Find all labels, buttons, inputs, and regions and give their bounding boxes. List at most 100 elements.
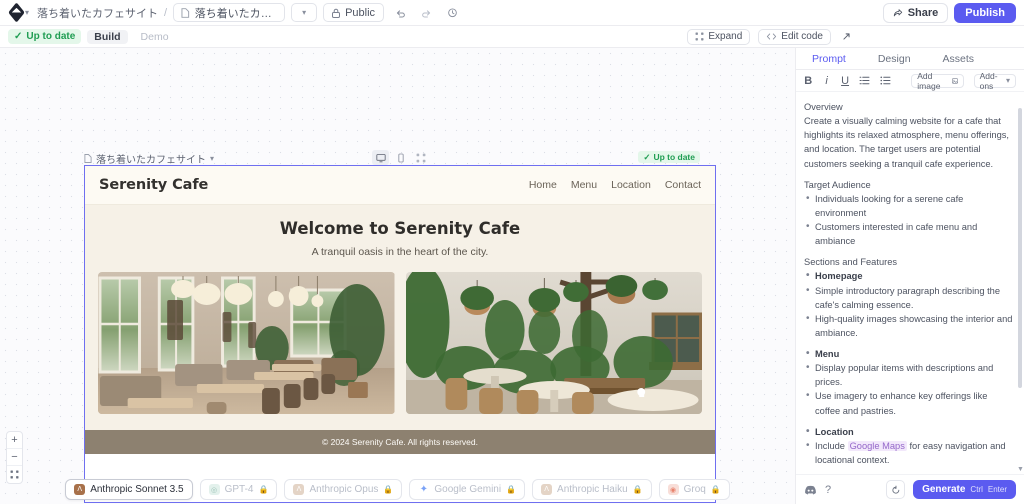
model-chip-gpt-4[interactable]: ◎ GPT-4 🔒 — [199, 479, 278, 500]
overview-heading: Overview — [804, 102, 843, 112]
generate-label: Generate — [922, 484, 966, 495]
status-badge-label: Up to date — [26, 31, 76, 42]
grid-icon — [416, 153, 425, 162]
generate-button[interactable]: Generate Ctrl Enter — [913, 480, 1016, 499]
sections-list: Homepage Simple introductory paragraph d… — [804, 268, 1014, 340]
lock-icon: 🔒 — [506, 485, 517, 494]
target-audience-block: Target Audience Individuals looking for … — [804, 178, 1014, 249]
chevron-down-icon: ▾ — [1005, 76, 1010, 85]
google-maps-mention[interactable]: Google Maps — [847, 440, 907, 451]
tab-build-label: Build — [94, 30, 121, 43]
frame-header[interactable]: 落ち着いたカフェサイト ▾ — [84, 151, 214, 166]
scroll-up-arrow-icon[interactable]: ▲ — [1017, 92, 1024, 97]
model-chip-google-gemini[interactable]: ✦ Google Gemini 🔒 — [409, 479, 526, 500]
viewport-desktop-button[interactable] — [372, 150, 389, 165]
site-nav-link-home[interactable]: Home — [529, 179, 557, 191]
list-item-location: Include Google Maps for easy navigation … — [804, 438, 1014, 467]
breadcrumb-separator: / — [164, 6, 168, 19]
section-location-block: Location Include Google Maps for easy na… — [804, 424, 1014, 467]
site-nav-link-menu[interactable]: Menu — [571, 179, 597, 191]
model-chip-anthropic-haiku[interactable]: Λ Anthropic Haiku 🔒 — [532, 479, 652, 500]
tab-assets[interactable]: Assets — [927, 48, 991, 69]
document-chip-dropdown[interactable]: ▾ — [291, 3, 318, 22]
model-selector[interactable]: Λ Anthropic Sonnet 3.5 ◎ GPT-4 🔒 Λ Anthr… — [0, 479, 795, 500]
expand-button[interactable]: Expand — [687, 28, 751, 45]
zoom-in-button[interactable]: + — [7, 432, 22, 449]
add-image-button[interactable]: Add image — [911, 71, 964, 91]
model-chip-anthropic-sonnet-35[interactable]: Λ Anthropic Sonnet 3.5 — [65, 479, 193, 500]
list-item: High-quality images showcasing the inter… — [804, 311, 1014, 340]
generate-shortcut-enter: Enter — [987, 485, 1007, 494]
image-icon — [951, 77, 958, 84]
zoom-out-button[interactable]: − — [7, 449, 22, 466]
history-button[interactable] — [442, 3, 462, 22]
viewport-grid-button[interactable] — [412, 150, 429, 165]
ordered-list-button[interactable] — [859, 76, 870, 85]
location-list: Location Include Google Maps for easy na… — [804, 424, 1014, 467]
tab-prompt[interactable]: Prompt — [796, 48, 862, 69]
zoom-controls[interactable]: + − — [6, 431, 23, 484]
underline-button[interactable]: U — [841, 75, 849, 87]
italic-button[interactable]: i — [822, 75, 830, 87]
tab-build[interactable]: Build — [87, 29, 128, 44]
share-button[interactable]: Share — [882, 2, 949, 23]
document-chip[interactable]: 落ち着いたカフ... — [173, 3, 286, 22]
tab-demo[interactable]: Demo — [134, 30, 176, 44]
viewport-switcher[interactable] — [372, 150, 429, 165]
model-chip-anthropic-opus[interactable]: Λ Anthropic Opus 🔒 — [284, 479, 403, 500]
scroll-down-arrow-icon[interactable]: ▼ — [1017, 465, 1024, 474]
visibility-button[interactable]: Public — [323, 3, 385, 22]
publish-button[interactable]: Publish — [954, 2, 1016, 23]
section-title-menu: Menu — [804, 346, 1014, 361]
bold-button[interactable]: B — [804, 75, 812, 87]
discord-button[interactable] — [804, 485, 817, 495]
preview-canvas[interactable]: 落ち着いたカフェサイト ▾ ✓ Up to date Serenity Cafe… — [0, 48, 795, 504]
site-hero-title: Welcome to Serenity Cafe — [279, 219, 521, 238]
site-preview-frame[interactable]: Serenity Cafe Home Menu Location Contact… — [84, 165, 716, 503]
site-hero-subtitle: A tranquil oasis in the heart of the cit… — [311, 246, 489, 258]
prompt-text-area[interactable]: Overview Create a visually calming websi… — [796, 92, 1024, 474]
scrollbar-thumb[interactable] — [1018, 108, 1022, 388]
menu-list: Menu Display popular items with descript… — [804, 346, 1014, 418]
groq-icon: ◉ — [667, 484, 679, 495]
bullet-list-button[interactable] — [880, 76, 891, 85]
redo-button[interactable] — [416, 3, 436, 22]
list-item: Customers interested in cafe menu and am… — [804, 219, 1014, 248]
undo-button[interactable] — [390, 3, 410, 22]
page-icon — [84, 154, 92, 163]
site-nav-link-contact[interactable]: Contact — [665, 179, 701, 191]
model-chip-groq[interactable]: ◉ Groq 🔒 — [658, 479, 730, 500]
fit-screen-icon — [10, 470, 19, 479]
section-title-homepage: Homepage — [804, 268, 1014, 283]
ordered-list-icon — [859, 76, 870, 85]
fullscreen-button[interactable] — [837, 27, 855, 46]
tab-design[interactable]: Design — [862, 48, 927, 69]
app-logo-button[interactable]: ▾ — [8, 2, 31, 23]
addons-button[interactable]: Add-ons ▾ — [973, 71, 1016, 91]
viewport-mobile-button[interactable] — [392, 150, 409, 165]
check-icon: ✓ — [643, 151, 651, 162]
right-panel-tabs[interactable]: Prompt Design Assets — [796, 48, 1024, 70]
model-label: Anthropic Opus — [309, 484, 379, 495]
prompt-editor-toolbar[interactable]: B i U Add image Add-ons ▾ — [796, 70, 1024, 92]
generate-shortcut-ctrl: Ctrl — [970, 485, 983, 494]
model-label: Groq — [683, 484, 706, 495]
prompt-scrollbar[interactable]: ▲ ▼ — [1017, 92, 1024, 474]
list-item: Use imagery to enhance key offerings lik… — [804, 388, 1014, 417]
list-item: Individuals looking for a serene cafe en… — [804, 191, 1014, 220]
overview-block: Overview Create a visually calming websi… — [804, 100, 1014, 171]
breadcrumb-project[interactable]: 落ち着いたカフェサイト — [37, 5, 158, 21]
site-footer: © 2024 Serenity Cafe. All rights reserve… — [85, 430, 715, 454]
frame-status-label: Up to date — [653, 152, 695, 162]
site-navbar: Serenity Cafe Home Menu Location Contact — [85, 166, 715, 205]
audience-list: Individuals looking for a serene cafe en… — [804, 191, 1014, 249]
location-text-pre: Include — [815, 440, 848, 451]
site-nav-link-location[interactable]: Location — [611, 179, 651, 191]
tab-design-label: Design — [877, 52, 911, 65]
revert-button[interactable] — [886, 480, 906, 499]
help-button[interactable]: ? — [825, 484, 831, 496]
document-chip-label: 落ち着いたカフ... — [194, 7, 278, 20]
chevron-down-icon: ▾ — [302, 8, 307, 17]
edit-code-button[interactable]: Edit code — [758, 28, 831, 45]
secondary-toolbar: ✓ Up to date Build Demo Expand Edit code — [0, 26, 1024, 48]
